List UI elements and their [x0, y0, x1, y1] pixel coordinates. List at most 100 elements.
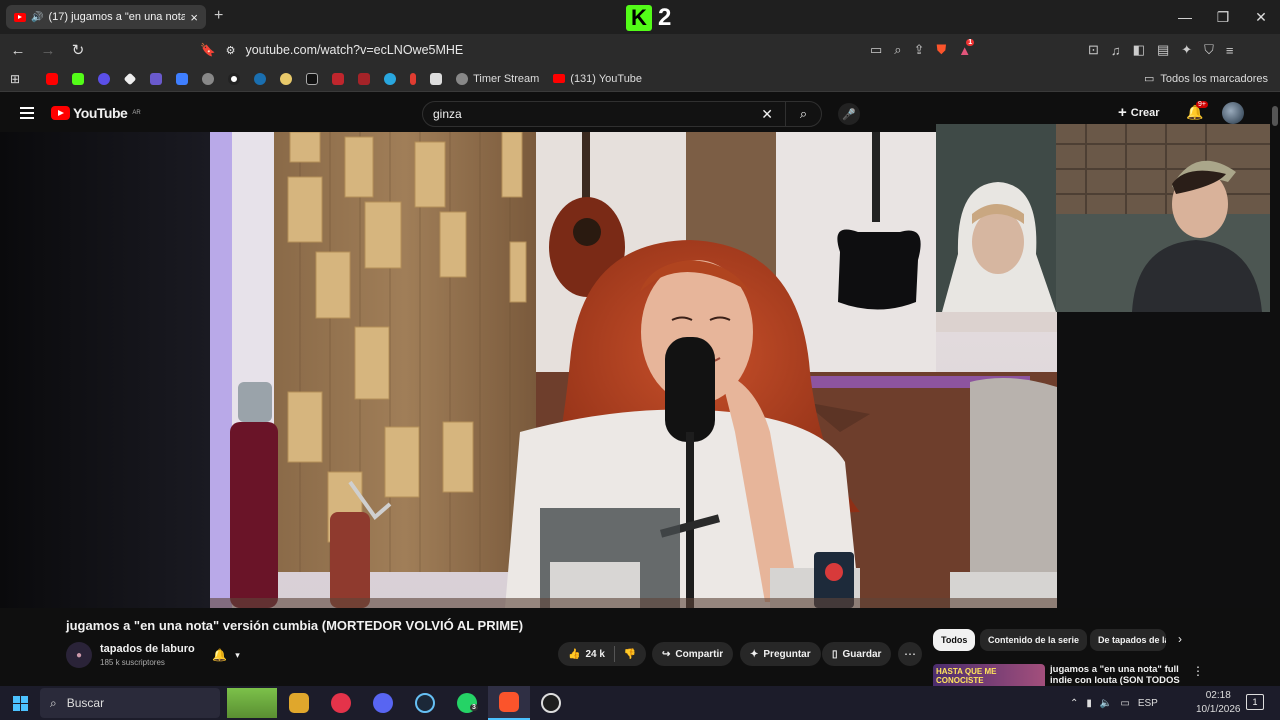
bookmark-youtube[interactable]: (131) YouTube: [553, 73, 642, 85]
channel-name[interactable]: tapados de laburo: [100, 643, 195, 655]
taskbar-search[interactable]: ⌕ Buscar: [40, 688, 220, 718]
share-page-icon[interactable]: ⇪: [914, 42, 925, 58]
folder-app-icon[interactable]: [278, 686, 320, 720]
menu-icon[interactable]: ≡: [1226, 43, 1234, 58]
media-controls-icon[interactable]: ♫: [1111, 43, 1121, 58]
page-scrollbar[interactable]: [1270, 96, 1280, 686]
blue-bookmark-icon[interactable]: [384, 72, 397, 85]
browser-toolbar-icons: ⊡ ♫ ◧ ▤ ✦ ⛉ ≡: [1088, 38, 1234, 62]
steam-app-icon[interactable]: [404, 686, 446, 720]
save-label: Guardar: [842, 648, 882, 660]
forward-icon[interactable]: →: [36, 38, 60, 62]
back-icon[interactable]: ←: [6, 38, 30, 62]
play-bookmark-icon[interactable]: [176, 72, 189, 85]
zoom-icon[interactable]: ⌕: [894, 42, 901, 58]
voice-search-icon[interactable]: 🎤: [838, 103, 860, 125]
globe-bookmark-icon[interactable]: [202, 72, 215, 85]
save-button[interactable]: ▯ Guardar: [822, 642, 892, 666]
chip-from-channel[interactable]: De tapados de laburo: [1090, 629, 1166, 651]
brave-shield-icon[interactable]: ⛊: [936, 42, 946, 58]
bookmark-timer-stream[interactable]: Timer Stream: [456, 72, 540, 85]
reload-icon[interactable]: ↻: [66, 38, 90, 62]
clear-search-icon[interactable]: ✕: [761, 106, 773, 123]
create-button[interactable]: + Crear: [1118, 104, 1160, 121]
obs-app-icon[interactable]: [530, 686, 572, 720]
brave-app-icon[interactable]: [488, 686, 530, 720]
red-bookmark-icon[interactable]: [332, 72, 345, 85]
search-input[interactable]: ginza: [433, 107, 462, 121]
bookmark-label: (131) YouTube: [570, 72, 643, 85]
volume-icon[interactable]: 🔈: [1100, 698, 1112, 709]
sidebar-icon[interactable]: ◧: [1133, 42, 1145, 58]
site-info-icon[interactable]: ⚙: [226, 44, 236, 57]
red-bookmark-2-icon[interactable]: [358, 72, 371, 85]
brave-rewards-icon[interactable]: ▲ 1: [958, 38, 975, 58]
drop-bookmark-icon[interactable]: [254, 72, 267, 85]
diamond-bookmark-icon[interactable]: [123, 72, 137, 85]
screenshot-icon[interactable]: ⊡: [1088, 42, 1099, 58]
like-icon[interactable]: 👍: [568, 649, 580, 660]
search-box[interactable]: ginza ✕ ⌕: [422, 101, 822, 127]
chevron-right-icon[interactable]: ›: [1178, 632, 1182, 646]
share-button[interactable]: ↪ Compartir: [652, 642, 734, 666]
maximize-icon[interactable]: ❐: [1204, 0, 1242, 34]
leo-ai-icon[interactable]: ✦: [1181, 42, 1192, 58]
twitch-bookmark-icon[interactable]: [98, 72, 111, 85]
wallet-icon[interactable]: ▤: [1157, 42, 1169, 58]
taskbar-clock[interactable]: 02:18 10/1/2026: [1196, 689, 1241, 717]
windows-start-icon[interactable]: [0, 686, 40, 720]
subscription-bell-button[interactable]: 🔔 ▾: [200, 643, 252, 667]
channel-avatar[interactable]: ●: [66, 642, 92, 668]
dislike-icon[interactable]: 👎: [624, 649, 636, 660]
whatsapp-app-icon[interactable]: 3: [446, 686, 488, 720]
address-bar[interactable]: 🔖 ⚙ youtube.com/watch?v=ecLNOwe5MHE: [200, 38, 862, 62]
kick-bookmark-icon[interactable]: [72, 72, 85, 85]
usb-icon[interactable]: ▮: [1086, 698, 1092, 709]
page-bookmark-icon[interactable]: [430, 72, 443, 85]
notifications-bell-icon[interactable]: 🔔 9+: [1186, 101, 1208, 121]
create-label: Crear: [1130, 106, 1160, 119]
account-avatar[interactable]: [1222, 102, 1244, 124]
chevron-up-icon[interactable]: ⌃: [1070, 698, 1078, 709]
new-tab-button[interactable]: +: [214, 7, 223, 25]
recommended-title[interactable]: jugamos a "en una nota" full indie con l…: [1050, 664, 1180, 686]
install-app-icon[interactable]: ▭: [870, 42, 882, 58]
recommended-more-icon[interactable]: ⋮: [1192, 664, 1204, 678]
search-icon[interactable]: ⌕: [785, 102, 821, 126]
youtube-logo[interactable]: YouTube AR: [51, 105, 141, 121]
like-count[interactable]: 24 k: [585, 649, 604, 660]
recommended-thumbnail[interactable]: HASTA QUE ME CONOCISTE: [933, 664, 1045, 686]
notification-center-icon[interactable]: 1: [1246, 694, 1264, 710]
browser-tab-active[interactable]: 🔊 (17) jugamos a "en una nota" ×: [6, 5, 206, 29]
bell-icon: 🔔: [212, 648, 228, 662]
bookmark-label: Timer Stream: [473, 72, 540, 85]
record-app-icon[interactable]: [320, 686, 362, 720]
hamburger-menu-icon[interactable]: [20, 107, 34, 119]
tab-close-icon[interactable]: ×: [190, 10, 198, 25]
video-player[interactable]: [210, 132, 1057, 608]
coin-bookmark-icon[interactable]: [280, 72, 293, 85]
language-indicator[interactable]: ESP: [1138, 698, 1158, 709]
chip-series-content[interactable]: Contenido de la serie: [980, 629, 1088, 651]
circle-bookmark-icon[interactable]: [228, 72, 241, 85]
minimize-icon[interactable]: —: [1166, 0, 1204, 34]
youtube-bookmark-icon[interactable]: [46, 72, 59, 85]
tool-bookmark-icon[interactable]: [410, 72, 417, 85]
minecraft-app-icon[interactable]: [226, 686, 278, 720]
discord-app-icon[interactable]: [362, 686, 404, 720]
sl-bookmark-icon[interactable]: [150, 72, 163, 85]
apps-grid-icon[interactable]: ⊞: [10, 72, 20, 86]
vpn-icon[interactable]: ⛉: [1204, 42, 1214, 58]
bookmark-page-icon[interactable]: 🔖: [200, 43, 216, 58]
audio-playing-icon[interactable]: 🔊: [31, 12, 43, 23]
ask-button[interactable]: ✦ Preguntar: [740, 642, 821, 666]
player-letterbox-left: [0, 132, 210, 608]
more-actions-icon[interactable]: ⋯: [898, 642, 922, 666]
close-window-icon[interactable]: ✕: [1242, 0, 1280, 34]
all-bookmarks-button[interactable]: ▭ Todos los marcadores: [1144, 72, 1268, 86]
plus-icon: +: [1118, 104, 1127, 121]
network-icon[interactable]: ▭: [1120, 698, 1129, 709]
scrollbar-thumb[interactable]: [1272, 106, 1278, 126]
tiktok-bookmark-icon[interactable]: [306, 72, 319, 85]
chip-all[interactable]: Todos: [933, 629, 976, 651]
